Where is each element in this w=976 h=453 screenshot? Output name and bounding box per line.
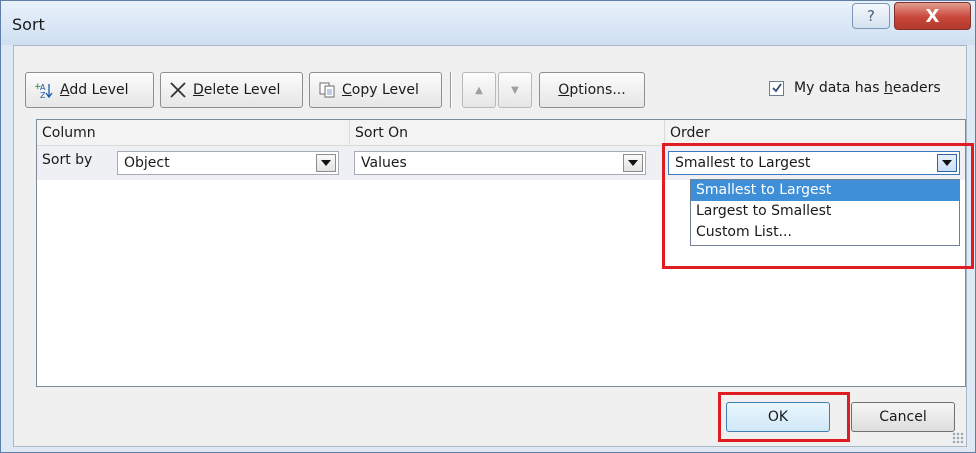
move-down-button[interactable]: ▼ [498, 72, 532, 108]
close-icon: X [925, 5, 940, 27]
column-select-value: Object [124, 155, 170, 171]
svg-text:Z: Z [40, 91, 46, 99]
sort-level-row[interactable]: Sort by Object Values Smallest to Larges… [37, 146, 965, 180]
chevron-down-icon [321, 160, 331, 166]
chevron-down-icon [942, 160, 952, 166]
order-dropdown-list: Smallest to Largest Largest to Smallest … [690, 179, 960, 246]
delete-x-icon [169, 81, 187, 99]
add-level-button[interactable]: + A Z Add Level [25, 72, 154, 108]
delete-level-label: Delete Level [193, 82, 281, 98]
copy-level-label: Copy Level [342, 82, 419, 98]
sort-by-label: Sort by [42, 152, 93, 168]
sort-levels-grid: Column Sort On Order Sort by Object Valu… [36, 119, 966, 387]
add-level-label: Add Level [60, 82, 129, 98]
options-label: Options... [558, 82, 626, 98]
chevron-down-icon [628, 160, 638, 166]
column-dropdown-button[interactable] [316, 154, 336, 172]
header-divider [349, 120, 350, 146]
header-divider [664, 120, 665, 146]
cancel-button[interactable]: Cancel [851, 402, 955, 432]
resize-grip[interactable] [952, 432, 964, 444]
column-header: Column [42, 125, 96, 141]
order-dropdown-button[interactable] [937, 154, 957, 172]
close-button[interactable]: X [894, 2, 971, 30]
move-down-icon: ▼ [511, 84, 519, 96]
headers-checkbox-row[interactable]: My data has headers [769, 80, 941, 96]
headers-checkbox-label: My data has headers [794, 80, 941, 96]
order-option[interactable]: Largest to Smallest [691, 201, 959, 222]
ok-button[interactable]: OK [726, 402, 830, 432]
order-option[interactable]: Custom List... [691, 222, 959, 243]
order-select-value: Smallest to Largest [675, 155, 811, 171]
move-up-button[interactable]: ▲ [462, 72, 496, 108]
dialog-title: Sort [12, 15, 45, 34]
checkmark-icon [771, 83, 782, 93]
sort-on-select-value: Values [361, 155, 407, 171]
grid-header: Column Sort On Order [37, 120, 965, 146]
toolbar-separator [450, 72, 452, 108]
dialog-body: + A Z Add Level Delete Level Copy Level … [13, 45, 967, 447]
cancel-label: Cancel [879, 409, 927, 425]
delete-level-button[interactable]: Delete Level [160, 72, 303, 108]
help-button[interactable]: ? [852, 3, 890, 29]
ok-label: OK [767, 409, 789, 425]
order-option[interactable]: Smallest to Largest [691, 180, 959, 201]
move-up-icon: ▲ [475, 84, 483, 96]
sort-on-dropdown-button[interactable] [623, 154, 643, 172]
title-bar: Sort ? X [1, 1, 975, 45]
order-header: Order [670, 125, 710, 141]
add-sort-level-icon: + A Z [34, 81, 54, 99]
column-select[interactable]: Object [117, 151, 339, 175]
sort-dialog: Sort ? X + A Z Add Level Delete Level Co… [0, 0, 976, 453]
copy-level-button[interactable]: Copy Level [309, 72, 442, 108]
headers-checkbox[interactable] [769, 80, 784, 96]
sort-on-select[interactable]: Values [354, 151, 646, 175]
options-button[interactable]: Options... [539, 72, 645, 108]
copy-pages-icon [318, 81, 336, 99]
help-icon: ? [867, 7, 875, 25]
sort-on-header: Sort On [355, 125, 409, 141]
order-select[interactable]: Smallest to Largest [668, 151, 960, 175]
